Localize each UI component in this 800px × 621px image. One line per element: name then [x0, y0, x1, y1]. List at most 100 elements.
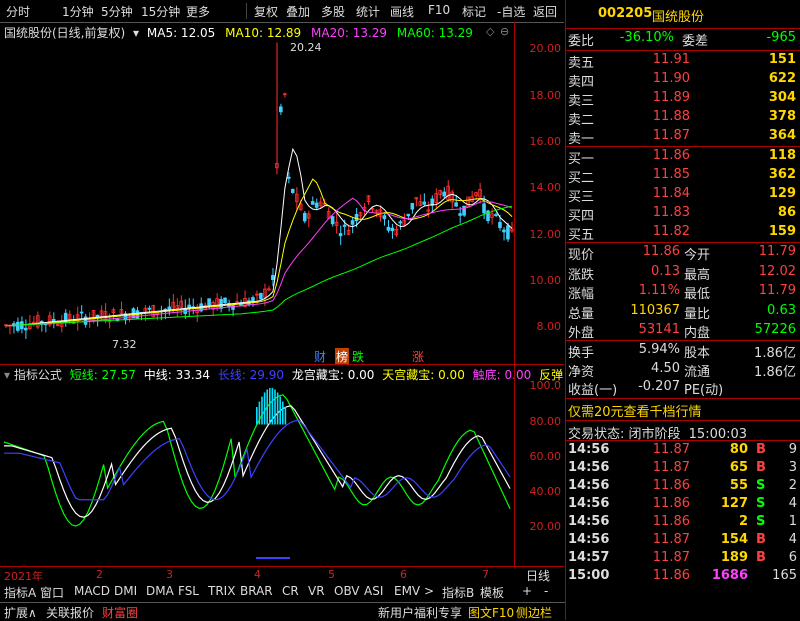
candle-body	[494, 214, 498, 216]
tick-volume: 80	[729, 442, 748, 457]
indicator-tab[interactable]: BRAR	[240, 584, 273, 598]
tick-row: 14:57 11.87 189 B 6	[566, 550, 800, 570]
indicator-tab[interactable]: DMA	[146, 584, 174, 598]
level2-promo[interactable]: 仅需20元查看千档行情	[568, 401, 702, 420]
weicha-value: -965	[766, 30, 796, 45]
kline-chart[interactable]	[0, 38, 514, 364]
price-tick: 18.00	[529, 89, 562, 102]
indicator-tab[interactable]: ASI	[364, 584, 383, 598]
signal-bar	[282, 401, 284, 425]
remove-indicator-button[interactable]: -	[544, 584, 548, 598]
marker-cai[interactable]: 财	[314, 348, 326, 365]
expand-button[interactable]: 扩展∧	[4, 604, 37, 621]
indicator-chart[interactable]	[0, 380, 514, 566]
ask-row[interactable]: 卖四 11.90 622	[566, 71, 800, 91]
candle-body	[16, 321, 20, 331]
tick-direction: B	[756, 550, 766, 565]
tick-volume: 154	[720, 532, 748, 547]
bid-level-label: 买三	[568, 190, 595, 205]
marker-bang[interactable]: 榜	[335, 348, 350, 365]
quote-panel: 002205 国统股份 委比 -36.10% 委差 -965 卖五 11.91 15…	[565, 0, 800, 620]
diejia-button[interactable]: 叠加	[286, 3, 310, 20]
candle-body	[223, 297, 227, 304]
stat-label: 现价	[568, 248, 595, 263]
tick-count: 9	[788, 442, 797, 457]
stat-value: 1.11%	[638, 283, 680, 298]
marker-zhang[interactable]: 涨	[412, 348, 424, 365]
fuquan-button[interactable]: 复权	[254, 3, 278, 20]
tab-5min[interactable]: 5分钟	[101, 3, 133, 20]
stock-code: 002205	[598, 6, 653, 21]
indicator-tab[interactable]: FSL	[178, 584, 199, 598]
sidebar-toggle[interactable]: 侧边栏	[516, 604, 552, 621]
f10-button[interactable]: F10	[428, 3, 450, 17]
tick-volume: 1686	[711, 568, 748, 583]
biaoji-button[interactable]: 标记	[462, 3, 486, 20]
back-button[interactable]: 返回	[533, 3, 557, 20]
indicator-axis: 100.0 80.00 60.00 40.00 20.00	[514, 365, 565, 566]
price-tick: 14.00	[529, 181, 562, 194]
ask-row[interactable]: 卖一 11.87 364	[566, 128, 800, 148]
tab-fenshi[interactable]: 分时	[6, 3, 30, 20]
ask-row[interactable]: 卖二 11.88 378	[566, 109, 800, 129]
new-user-promo[interactable]: 新用户福利专享	[378, 604, 462, 621]
indicator-tab[interactable]: 模板	[480, 584, 504, 601]
wealth-circle-button[interactable]: 财富圈	[102, 604, 138, 621]
candle-body	[314, 202, 319, 208]
candle-body	[79, 311, 84, 314]
bid-row[interactable]: 买二 11.85 362	[566, 167, 800, 187]
quote-stat-row: 现价 11.86 今开 11.79	[566, 244, 800, 264]
indicator-tab[interactable]: 指标A	[4, 584, 36, 601]
fin-value: 1.86亿	[754, 346, 796, 361]
ask-row[interactable]: 卖五 11.91 151	[566, 52, 800, 72]
weicha-label: 委差	[682, 34, 709, 49]
marker-die[interactable]: 跌	[352, 348, 364, 365]
candle-body	[410, 203, 415, 210]
stat-label: 外盘	[568, 326, 595, 341]
weibi-row: 委比 -36.10% 委差 -965	[566, 30, 800, 50]
huaxian-button[interactable]: 画线	[390, 3, 414, 20]
tick-count: 4	[788, 532, 797, 547]
ask-level-label: 卖三	[568, 94, 595, 109]
candle-body	[147, 307, 152, 310]
indicator-tab[interactable]: 窗口	[40, 584, 64, 601]
tab-more[interactable]: 更多	[186, 3, 210, 20]
tick-row: 15:00 11.86 1686 165	[566, 568, 800, 588]
price-tick: 8.00	[536, 320, 562, 333]
candle-body	[454, 202, 458, 207]
bid-row[interactable]: 买一 11.86 118	[566, 148, 800, 168]
indicator-tab[interactable]: CR	[282, 584, 299, 598]
indicator-tab[interactable]: EMV	[394, 584, 420, 598]
related-quotes-button[interactable]: 关联报价	[46, 604, 94, 621]
indicator-tab[interactable]: VR	[308, 584, 325, 598]
tab-scroll-button[interactable]: >	[424, 584, 434, 598]
chart-settings-icon[interactable]: ◇	[486, 25, 494, 38]
bid-volume: 129	[768, 186, 796, 201]
tick-time: 14:56	[568, 532, 610, 547]
f10-link[interactable]: 图文F10	[468, 604, 514, 621]
stat-value: 11.79	[758, 283, 796, 298]
tick-price: 11.87	[652, 442, 690, 457]
indicator-tab[interactable]: TRIX	[208, 584, 235, 598]
x-label: 4	[254, 568, 261, 581]
tab-15min[interactable]: 15分钟	[141, 3, 180, 20]
bid-row[interactable]: 买四 11.83 86	[566, 205, 800, 225]
indicator-tab[interactable]: 指标B	[442, 584, 474, 601]
indicator-tab[interactable]: OBV	[334, 584, 360, 598]
bid-row[interactable]: 买五 11.82 159	[566, 224, 800, 244]
duogu-button[interactable]: 多股	[321, 3, 345, 20]
bid-row[interactable]: 买三 11.84 129	[566, 186, 800, 206]
indicator-tab[interactable]: DMI	[114, 584, 137, 598]
add-indicator-button[interactable]: +	[522, 584, 532, 598]
indicator-tab[interactable]: MACD	[74, 584, 110, 598]
tick-volume: 65	[729, 460, 748, 475]
tick-volume: 2	[738, 514, 748, 529]
ask-row[interactable]: 卖三 11.89 304	[566, 90, 800, 110]
tab-1min[interactable]: 1分钟	[62, 3, 94, 20]
stat-value: 0.63	[767, 302, 796, 318]
stat-value: 53141	[638, 322, 680, 337]
tick-row: 14:56 11.87 154 B 4	[566, 532, 800, 552]
zoom-out-icon[interactable]: ⊖	[500, 25, 509, 38]
tongji-button[interactable]: 统计	[356, 3, 380, 20]
zixuan-button[interactable]: -自选	[497, 3, 525, 20]
